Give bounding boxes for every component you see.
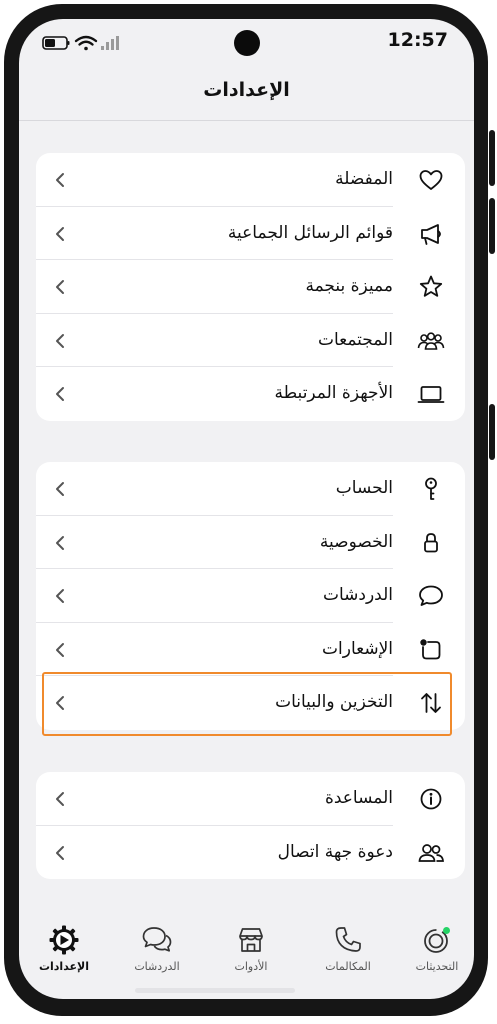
chevron-left-icon bbox=[56, 535, 64, 550]
row-label: المجتمعات bbox=[317, 329, 393, 350]
tab-calls[interactable]: المكالمات bbox=[303, 924, 393, 973]
chevron-left-icon bbox=[56, 642, 64, 657]
settings-row-starred[interactable]: مميزة بنجمة bbox=[36, 260, 465, 314]
settings-row-notifications[interactable]: الإشعارات bbox=[36, 623, 465, 677]
battery-icon bbox=[42, 36, 70, 50]
lock-icon bbox=[424, 532, 438, 552]
chevron-left-icon bbox=[56, 482, 64, 496]
tab-label: المكالمات bbox=[325, 960, 371, 973]
side-button bbox=[489, 198, 495, 254]
tab-tools[interactable]: الأدوات bbox=[206, 924, 296, 973]
home-indicator[interactable] bbox=[135, 988, 295, 993]
megaphone-icon bbox=[421, 223, 441, 245]
chevron-left-icon bbox=[56, 387, 64, 402]
settings-row-invite-contact[interactable]: دعوة جهة اتصال bbox=[36, 826, 465, 880]
settings-row-broadcast-lists[interactable]: قوائم الرسائل الجماعية bbox=[36, 207, 465, 261]
notification-icon bbox=[420, 639, 441, 660]
store-icon bbox=[239, 928, 263, 952]
laptop-icon bbox=[417, 386, 445, 404]
row-label: دعوة جهة اتصال bbox=[277, 841, 393, 862]
signal-icon bbox=[101, 36, 119, 50]
front-camera bbox=[234, 30, 260, 56]
status-bar: 12:57 bbox=[19, 19, 474, 69]
chevron-left-icon bbox=[56, 226, 64, 241]
side-button bbox=[489, 404, 495, 460]
wifi-icon bbox=[74, 35, 98, 51]
row-label: المفضلة bbox=[335, 169, 393, 189]
tab-label: التحديثات bbox=[415, 960, 459, 973]
tab-chats[interactable]: الدردشات bbox=[112, 924, 202, 973]
info-icon bbox=[420, 788, 442, 810]
row-label: الأجهزة المرتبطة bbox=[274, 383, 394, 404]
row-label: قوائم الرسائل الجماعية bbox=[227, 222, 393, 243]
chevron-left-icon bbox=[56, 333, 64, 348]
status-icons bbox=[42, 35, 119, 51]
updates-icon bbox=[424, 927, 450, 953]
chat-bubble-icon bbox=[419, 585, 443, 607]
star-icon bbox=[419, 275, 443, 297]
settings-row-account[interactable]: الحساب bbox=[36, 462, 465, 516]
settings-row-communities[interactable]: المجتمعات bbox=[36, 314, 465, 368]
chevron-left-icon bbox=[56, 173, 64, 187]
tab-settings[interactable]: الإعدادات bbox=[19, 924, 109, 973]
side-button bbox=[489, 130, 495, 186]
phone-icon bbox=[335, 927, 361, 952]
settings-row-favorites[interactable]: المفضلة bbox=[36, 153, 465, 207]
settings-group-1: المفضلة قوائم الرسائل الجماعية مميزة بنج… bbox=[36, 153, 465, 421]
chevron-left-icon bbox=[56, 589, 64, 604]
row-label: الخصوصية bbox=[319, 531, 393, 552]
row-label: الإشعارات bbox=[322, 638, 393, 659]
tab-bar: التحديثات المكالمات الأدوات الدردشات الإ… bbox=[19, 914, 474, 999]
screen: 12:57 الإعدادات المفضلة قوائم الرسائل ال… bbox=[19, 19, 474, 999]
row-label: المساعدة bbox=[324, 788, 393, 808]
settings-row-linked-devices[interactable]: الأجهزة المرتبطة bbox=[36, 367, 465, 421]
row-label: الدردشات bbox=[322, 585, 393, 606]
tab-label: الإعدادات bbox=[38, 960, 90, 973]
heart-icon bbox=[419, 170, 443, 190]
chevron-left-icon bbox=[56, 792, 64, 806]
settings-row-chats[interactable]: الدردشات bbox=[36, 569, 465, 623]
settings-gear-icon bbox=[49, 925, 79, 955]
tab-label: الدردشات bbox=[134, 960, 180, 973]
settings-row-privacy[interactable]: الخصوصية bbox=[36, 516, 465, 570]
chevron-left-icon bbox=[56, 845, 64, 860]
chevron-left-icon bbox=[56, 280, 64, 295]
people-icon bbox=[418, 843, 444, 862]
header-divider bbox=[19, 120, 474, 121]
chats-icon bbox=[142, 927, 172, 952]
tab-label: الأدوات bbox=[234, 960, 268, 973]
page-title: الإعدادات bbox=[203, 79, 290, 101]
row-label: الحساب bbox=[335, 478, 393, 498]
settings-group-3: المساعدة دعوة جهة اتصال bbox=[36, 772, 465, 880]
key-icon bbox=[425, 477, 437, 500]
settings-row-help[interactable]: المساعدة bbox=[36, 772, 465, 826]
status-time: 12:57 bbox=[387, 29, 448, 51]
tab-updates[interactable]: التحديثات bbox=[392, 924, 474, 973]
communities-icon bbox=[417, 332, 445, 350]
row-label: مميزة بنجمة bbox=[305, 276, 393, 297]
highlight-outline bbox=[42, 672, 452, 736]
